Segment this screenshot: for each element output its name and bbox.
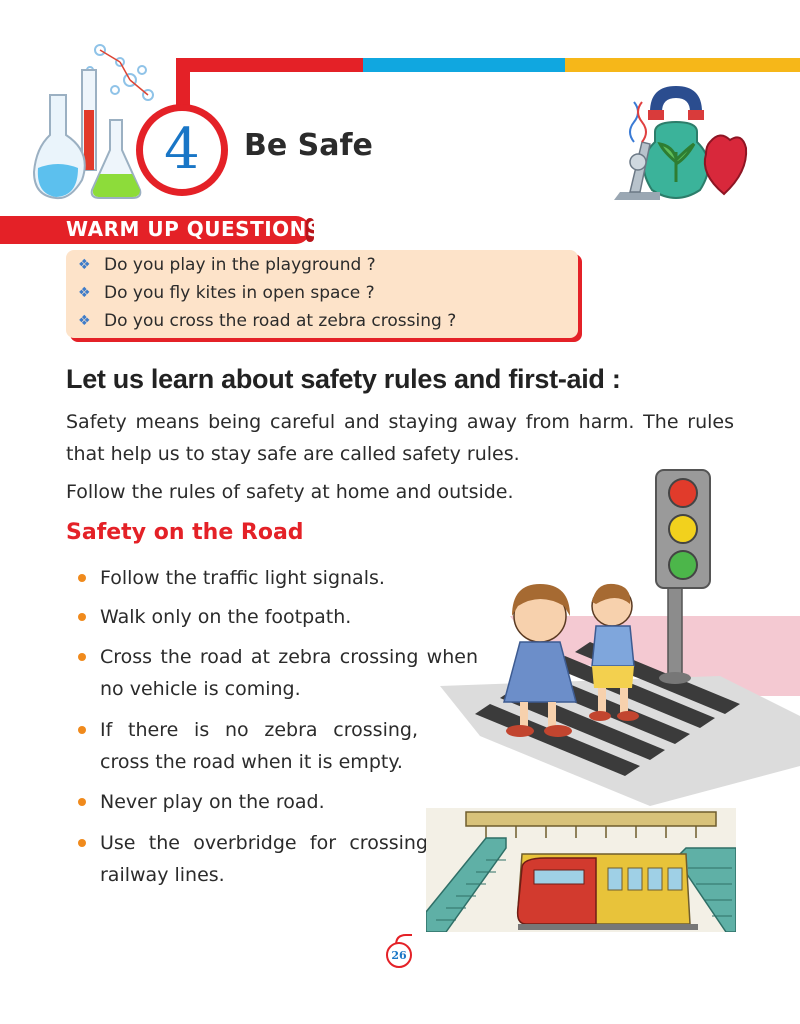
warmup-questions-box: ❖ Do you play in the playground ? ❖ Do y… (66, 250, 578, 338)
chapter-title: Be Safe (244, 128, 373, 163)
list-item: If there is no zebra crossing, cross the… (78, 714, 418, 778)
warmup-question: ❖ Do you fly kites in open space ? (78, 283, 375, 303)
warmup-heading: WARM UP QUESTIONS (66, 217, 322, 241)
warmup-question-text: Do you play in the playground ? (104, 255, 376, 275)
list-item: Use the overbridge for crossing railway … (78, 827, 428, 891)
header-bar-red (176, 58, 363, 72)
bullet-dot-icon (78, 798, 86, 806)
science-illustration (614, 86, 748, 200)
list-item: Walk only on the footpath. (78, 601, 478, 633)
section-heading: Let us learn about safety rules and firs… (66, 364, 621, 394)
chapter-number: 4 (164, 117, 200, 182)
overbridge-railway-illustration (426, 808, 736, 932)
zebra-crossing-illustration (440, 469, 800, 806)
diamond-bullet-icon: ❖ (78, 257, 91, 273)
warmup-question: ❖ Do you cross the road at zebra crossin… (78, 311, 456, 331)
list-item: Never play on the road. (78, 786, 418, 818)
intro-paragraph: Safety means being careful and staying a… (66, 411, 734, 465)
bullet-dot-icon (78, 574, 86, 582)
road-safety-heading: Safety on the Road (66, 520, 304, 545)
bullet-dot-icon (78, 613, 86, 621)
warmup-question: ❖ Do you play in the playground ? (78, 255, 376, 275)
bullet-dot-icon (78, 839, 86, 847)
page-number: 26 (391, 948, 407, 962)
bullet-dot-icon (78, 653, 86, 661)
header-bar-red-vertical (176, 58, 190, 110)
warmup-question-text: Do you fly kites in open space ? (104, 283, 375, 303)
header-bar-blue (363, 58, 565, 72)
diamond-bullet-icon: ❖ (78, 313, 91, 329)
list-item: Cross the road at zebra crossing when no… (78, 641, 478, 705)
header-bar-yellow (565, 58, 800, 72)
page-number-badge: 26 (386, 942, 412, 968)
list-item: Follow the traffic light signals. (78, 562, 478, 594)
diamond-bullet-icon: ❖ (78, 285, 91, 301)
chapter-number-badge: 4 (136, 104, 228, 196)
bullet-dot-icon (78, 726, 86, 734)
warmup-question-text: Do you cross the road at zebra crossing … (104, 311, 457, 331)
